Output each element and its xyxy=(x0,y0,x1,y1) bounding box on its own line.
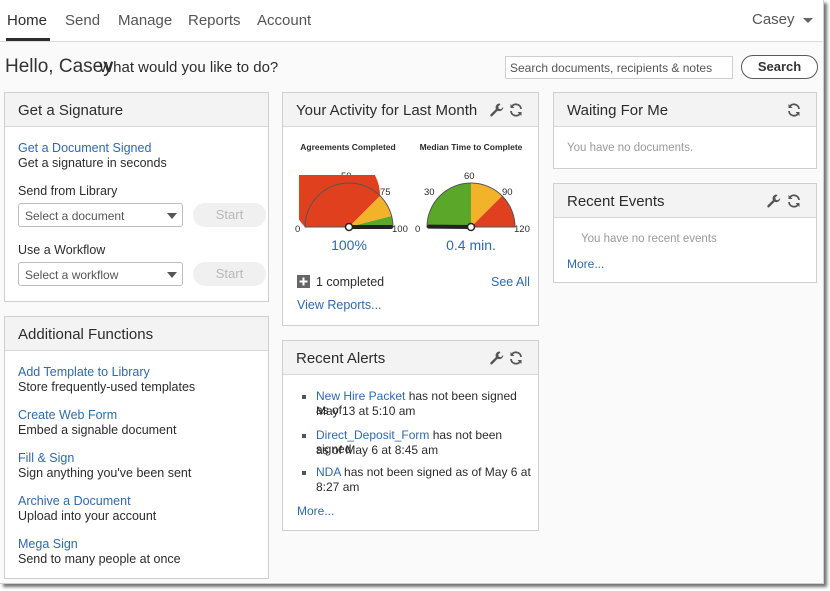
workflow-select-value: Select a workflow xyxy=(25,268,119,282)
alert-date: as of May 6 at 8:45 am xyxy=(316,443,439,457)
activity-panel: Your Activity for Last Month Agreements … xyxy=(282,92,539,326)
greeting-prompt: What would you like to do? xyxy=(99,59,279,76)
archive-document-link[interactable]: Archive a Document xyxy=(18,494,131,508)
events-more-link[interactable]: More... xyxy=(567,257,604,271)
panel-title: Additional Functions xyxy=(18,326,154,343)
refresh-icon[interactable] xyxy=(508,102,524,118)
use-workflow-label: Use a Workflow xyxy=(18,243,106,257)
document-select-value: Select a document xyxy=(25,209,125,223)
create-web-form-link[interactable]: Create Web Form xyxy=(18,408,117,422)
recent-events-panel: Recent Events You have no recent events … xyxy=(553,183,817,283)
tab-send[interactable]: Send xyxy=(65,12,100,29)
gauge-tick: 0 xyxy=(415,224,421,235)
tab-account[interactable]: Account xyxy=(257,12,311,29)
refresh-icon[interactable] xyxy=(508,350,524,366)
alert-document-link[interactable]: NDA xyxy=(316,465,341,479)
caret-down-icon xyxy=(167,213,177,219)
wrench-icon[interactable] xyxy=(766,193,782,209)
mega-sign-desc: Send to many people at once xyxy=(18,552,181,566)
search-input[interactable] xyxy=(505,56,733,79)
empty-documents-message: You have no documents. xyxy=(567,142,694,154)
gauge-title: Agreements Completed xyxy=(300,142,396,152)
alert-document-link[interactable]: New Hire Packet xyxy=(316,389,405,403)
get-document-signed-link[interactable]: Get a Document Signed xyxy=(18,141,151,155)
start-library-button[interactable]: Start xyxy=(193,203,266,227)
alert-item: NDA has not been signed as of May 6 at xyxy=(316,465,531,479)
greeting: Hello, Casey xyxy=(5,56,113,77)
gauge-value: 100% xyxy=(331,237,367,253)
gauge-band-green xyxy=(427,183,471,227)
panel-header: Recent Events xyxy=(554,184,816,218)
tab-home[interactable]: Home xyxy=(7,12,47,29)
alerts-more-link[interactable]: More... xyxy=(297,504,334,518)
chevron-down-icon xyxy=(802,17,813,23)
mega-sign-link[interactable]: Mega Sign xyxy=(18,537,78,551)
see-all-link[interactable]: See All xyxy=(491,275,530,289)
app-window: Home Send Manage Reports Account Casey H… xyxy=(0,0,824,584)
alert-text: has not been signed as of May 6 at xyxy=(340,465,531,479)
agreements-gauge xyxy=(299,175,394,232)
panel-title: Get a Signature xyxy=(18,102,124,119)
tab-reports[interactable]: Reports xyxy=(188,12,241,29)
send-from-library-label: Send from Library xyxy=(18,184,118,198)
wrench-icon[interactable] xyxy=(489,102,505,118)
start-workflow-button[interactable]: Start xyxy=(193,262,266,286)
top-nav: Home Send Manage Reports Account Casey xyxy=(0,0,823,42)
bullet xyxy=(302,471,306,475)
caret-down-icon xyxy=(167,272,177,278)
add-template-link[interactable]: Add Template to Library xyxy=(18,365,150,379)
recent-alerts-panel: Recent Alerts New Hire Packet has not be… xyxy=(282,340,539,531)
tab-manage[interactable]: Manage xyxy=(118,12,172,29)
gauge-hub xyxy=(466,222,476,232)
refresh-icon[interactable] xyxy=(786,102,802,118)
search-button[interactable]: Search xyxy=(741,55,818,79)
panel-header: Your Activity for Last Month xyxy=(283,93,538,127)
view-reports-link[interactable]: View Reports... xyxy=(297,298,382,312)
gauge-hub xyxy=(344,222,354,232)
active-tab-indicator xyxy=(6,38,50,41)
panel-header: Additional Functions xyxy=(5,317,268,351)
fill-sign-desc: Sign anything you've been sent xyxy=(18,466,192,480)
get-signature-subtitle: Get a signature in seconds xyxy=(18,156,167,170)
completed-count: 1 completed xyxy=(316,275,385,289)
refresh-icon[interactable] xyxy=(786,193,802,209)
workflow-select[interactable]: Select a workflow xyxy=(18,262,183,286)
panel-header: Get a Signature xyxy=(5,93,268,127)
panel-header: Waiting For Me xyxy=(554,93,816,127)
document-select[interactable]: Select a document xyxy=(18,203,183,227)
panel-title: Recent Alerts xyxy=(296,350,386,367)
empty-events-message: You have no recent events xyxy=(581,233,717,245)
alert-date: 8:27 am xyxy=(316,480,360,494)
user-name: Casey xyxy=(752,11,795,28)
panel-title: Waiting For Me xyxy=(567,102,669,119)
panel-header: Recent Alerts xyxy=(283,341,538,375)
gauge-value: 0.4 min. xyxy=(446,237,496,253)
plus-box-icon[interactable] xyxy=(297,275,310,288)
gauge-title: Median Time to Complete xyxy=(419,142,523,152)
fill-sign-link[interactable]: Fill & Sign xyxy=(18,451,74,465)
additional-functions-panel: Additional Functions Add Template to Lib… xyxy=(4,316,269,579)
waiting-for-me-panel: Waiting For Me You have no documents. xyxy=(553,92,817,169)
alert-date: May 13 at 5:10 am xyxy=(316,404,416,418)
get-signature-panel: Get a Signature Get a Document Signed Ge… xyxy=(4,92,269,302)
user-menu[interactable]: Casey xyxy=(752,11,813,28)
panel-title: Recent Events xyxy=(567,193,665,210)
create-web-form-desc: Embed a signable document xyxy=(18,423,177,437)
archive-document-desc: Upload into your account xyxy=(18,509,157,523)
add-template-desc: Store frequently-used templates xyxy=(18,380,196,394)
panel-title: Your Activity for Last Month xyxy=(296,102,478,119)
bullet xyxy=(302,395,306,399)
alert-document-link[interactable]: Direct_Deposit_Form xyxy=(316,428,429,442)
median-time-gauge xyxy=(426,182,516,232)
wrench-icon[interactable] xyxy=(489,350,505,366)
bullet xyxy=(302,434,306,438)
